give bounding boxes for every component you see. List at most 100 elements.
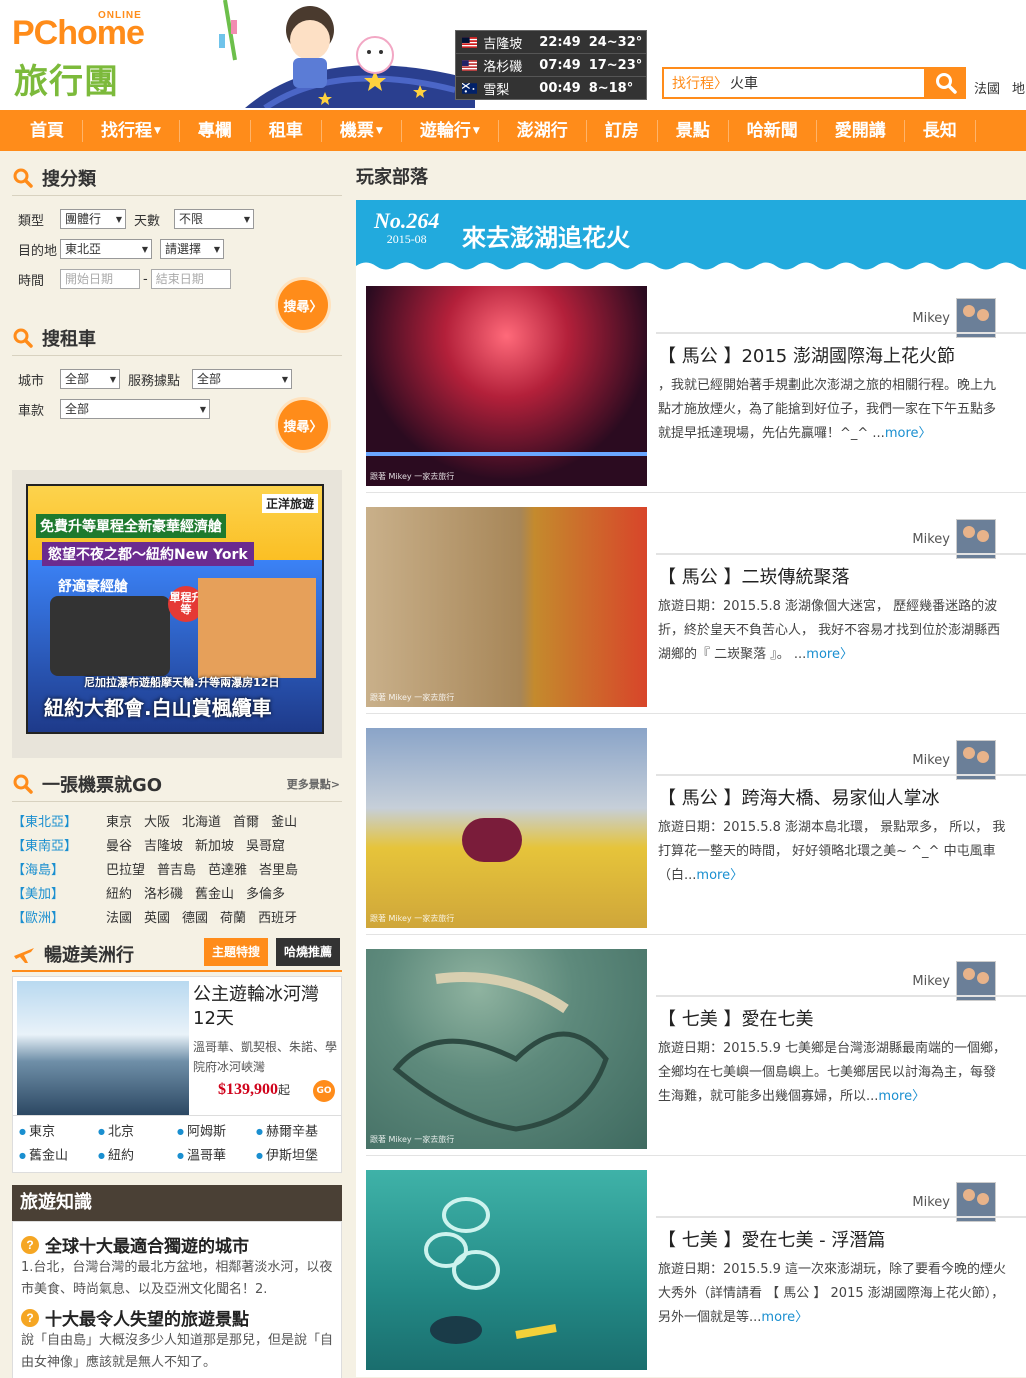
city-link[interactable]: 東京 (106, 811, 132, 830)
city-link[interactable]: 峇里島 (259, 859, 298, 878)
tour-go-button[interactable]: GO (313, 1080, 335, 1102)
city-link[interactable]: 新加坡 (195, 835, 234, 854)
ad-subheadline: 慾望不夜之都～紐約New York (42, 542, 254, 566)
nav-knowledge[interactable]: 長知 (905, 119, 976, 142)
days-select[interactable]: 不限 (174, 209, 255, 229)
more-attractions-link[interactable]: 更多景點> (287, 776, 340, 792)
post-image-fireworks[interactable]: 跟著 Mikey 一家去旅行 (366, 286, 647, 486)
city-link[interactable]: 紐約 (106, 883, 132, 902)
end-date-input[interactable]: 結束日期 (150, 269, 231, 289)
city-link[interactable]: 首爾 (233, 811, 259, 830)
post-title[interactable]: 【 七美 】愛在七美 (658, 1005, 813, 1031)
city-link[interactable]: 法國 (106, 907, 132, 926)
destination-link[interactable]: 阿姆斯 (177, 1120, 256, 1144)
city-link[interactable]: 吳哥窟 (246, 835, 285, 854)
nav-attractions[interactable]: 景點 (658, 119, 729, 142)
destination-link[interactable]: 紐約 (98, 1144, 177, 1168)
category-search-button[interactable]: 搜尋〉 (278, 280, 328, 330)
ad-banner[interactable]: 正洋旅遊 免費升等單程全新豪華經濟艙 慾望不夜之都～紐約New York 舒適豪… (12, 470, 342, 758)
knowledge-question[interactable]: ? 十大最令人失望的旅遊景點 (21, 1305, 333, 1330)
more-link[interactable]: more〉 (806, 647, 853, 662)
destination-sub-select[interactable]: 請選擇 (160, 239, 224, 259)
city-link[interactable]: 吉隆坡 (144, 835, 183, 854)
blog-post[interactable]: 跟著 Mikey 一家去旅行 Mikey 【 七美 】愛在七美 旅遊日期：201… (366, 935, 1026, 1156)
blog-post[interactable]: 跟著 Mikey 一家去旅行 Mikey 【 馬公 】跨海大橋、易家仙人掌冰 旅… (366, 714, 1026, 935)
knowledge-question[interactable]: ? 全球十大最適合獨遊的城市 (21, 1232, 333, 1257)
blog-post[interactable]: 跟著 Mikey 一家去旅行 Mikey 【 馬公 】二崁傳統聚落 旅遊日期：2… (366, 493, 1026, 714)
start-date-input[interactable]: 開始日期 (60, 269, 140, 289)
destination-link[interactable]: 赫爾辛基 (256, 1120, 335, 1144)
nav-column[interactable]: 專欄 (180, 119, 251, 142)
search-category-heading: 搜分類 (12, 160, 342, 196)
search-input[interactable]: 找行程 〉 火車 (662, 67, 926, 99)
region-label[interactable]: 【美加】 (12, 883, 106, 902)
type-select[interactable]: 團體行 (60, 209, 126, 229)
nav-air-ticket[interactable]: 機票 ▼ (322, 119, 402, 142)
search-button[interactable] (926, 67, 966, 99)
nav-news[interactable]: 哈新聞 (729, 119, 817, 142)
tour-title[interactable]: 公主遊輪冰河灣12天 (193, 983, 338, 1031)
tab-hot-recommend[interactable]: 哈燒推薦 (276, 938, 341, 966)
station-select[interactable]: 全部 (192, 369, 293, 389)
nav-penghu[interactable]: 澎湖行 (499, 119, 587, 142)
city-link[interactable]: 北海道 (182, 811, 221, 830)
region-label[interactable]: 【歐洲】 (12, 907, 106, 926)
city-select[interactable]: 全部 (60, 369, 120, 389)
nav-car-rental[interactable]: 租車 (251, 119, 322, 142)
featured-tour-card[interactable]: 公主遊輪冰河灣12天 溫哥華、凱契根、朱諾、學院府冰河峽灣 $139,900起 … (12, 976, 342, 1116)
city-link[interactable]: 荷蘭 (220, 907, 246, 926)
nav-hotel[interactable]: 訂房 (587, 119, 658, 142)
city-link[interactable]: 英國 (144, 907, 170, 926)
post-title[interactable]: 【 馬公 】跨海大橋、易家仙人掌冰 (658, 784, 939, 810)
city-link[interactable]: 巴拉望 (106, 859, 145, 878)
city-link[interactable]: 西班牙 (258, 907, 297, 926)
ticket-row: 【歐洲】 法國 英國 德國 荷蘭 西班牙 (12, 904, 342, 928)
tab-theme-search[interactable]: 主題特搜 (204, 938, 269, 966)
more-link[interactable]: more〉 (885, 426, 932, 441)
post-image-icecream[interactable]: 跟著 Mikey 一家去旅行 (366, 728, 647, 928)
destination-link[interactable]: 舊金山 (19, 1144, 98, 1168)
blog-post[interactable]: Mikey 【 七美 】愛在七美 - 浮潛篇 旅遊日期：2015.5.9 這一次… (366, 1156, 1026, 1377)
search-category-crumb[interactable]: 找行程 (672, 73, 714, 93)
post-image-twin-hearts[interactable]: 跟著 Mikey 一家去旅行 (366, 949, 647, 1149)
city-link[interactable]: 大阪 (144, 811, 170, 830)
destination-link[interactable]: 伊斯坦堡 (256, 1144, 335, 1168)
post-title[interactable]: 【 馬公 】2015 澎湖國際海上花火節 (658, 342, 955, 368)
model-select[interactable]: 全部 (60, 399, 210, 419)
region-label[interactable]: 【東南亞】 (12, 835, 106, 854)
clock-time: 07:49 (539, 57, 581, 73)
car-search-button[interactable]: 搜尋〉 (278, 400, 328, 450)
destination-link[interactable]: 北京 (98, 1120, 177, 1144)
city-link[interactable]: 舊金山 (195, 883, 234, 902)
post-title[interactable]: 【 馬公 】二崁傳統聚落 (658, 563, 849, 589)
destination-select[interactable]: 東北亞 (60, 239, 152, 259)
city-link[interactable]: 多倫多 (246, 883, 285, 902)
destination-link[interactable]: 溫哥華 (177, 1144, 256, 1168)
blog-column: 玩家部落 No.264 2015-08 來去澎湖追花火 跟著 Mikey 一家去… (356, 160, 1026, 1377)
region-label[interactable]: 【東北亞】 (12, 811, 106, 830)
site-logo[interactable]: ONLINE PChome 旅行團 (10, 8, 220, 103)
city-link[interactable]: 洛杉磯 (144, 883, 183, 902)
clock-temp: 17~23° (588, 57, 643, 73)
region-link[interactable]: 法國 (974, 82, 1000, 97)
more-link[interactable]: more〉 (878, 1089, 925, 1104)
more-link[interactable]: more〉 (761, 1310, 808, 1325)
destination-link[interactable]: 東京 (19, 1120, 98, 1144)
nav-home[interactable]: 首頁 (0, 119, 83, 142)
city-link[interactable]: 釜山 (271, 811, 297, 830)
post-image-village[interactable]: 跟著 Mikey 一家去旅行 (366, 507, 647, 707)
region-label[interactable]: 【海島】 (12, 859, 106, 878)
nav-find-tour[interactable]: 找行程 ▼ (83, 119, 180, 142)
city-link[interactable]: 德國 (182, 907, 208, 926)
city-link[interactable]: 普吉島 (157, 859, 196, 878)
more-link[interactable]: more〉 (696, 868, 743, 883)
post-image-snorkel[interactable] (366, 1170, 647, 1370)
city-label: 城市 (18, 373, 45, 389)
city-link[interactable]: 芭達雅 (208, 859, 247, 878)
city-link[interactable]: 曼谷 (106, 835, 132, 854)
blog-post[interactable]: 跟著 Mikey 一家去旅行 Mikey 【 馬公 】2015 澎湖國際海上花火… (366, 272, 1026, 493)
post-title[interactable]: 【 七美 】愛在七美 - 浮潛篇 (658, 1226, 885, 1252)
nav-cruise[interactable]: 遊輪行 ▼ (402, 119, 499, 142)
region-link[interactable]: 地 (1012, 82, 1025, 97)
nav-forum[interactable]: 愛開講 (817, 119, 905, 142)
